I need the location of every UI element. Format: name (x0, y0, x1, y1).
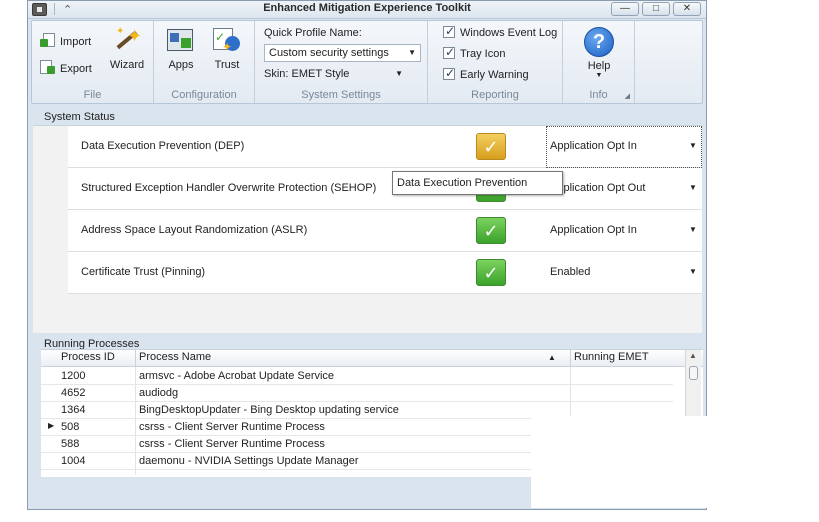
dialog-launcher-icon[interactable]: ◢ (625, 92, 630, 100)
windows-event-log-label: Windows Event Log (460, 27, 558, 39)
chevron-down-icon: ▼ (395, 69, 403, 78)
sehop-mode-select[interactable]: Application Opt Out (550, 182, 645, 194)
group-label-configuration: Configuration (171, 89, 237, 101)
status-warning-icon: ✓ (476, 133, 506, 160)
ribbon-group-info: ? Help ▼ Info ◢ (563, 21, 635, 103)
export-label: Export (60, 63, 92, 75)
wizard-button[interactable]: ✦ ✦ Wizard (107, 26, 147, 71)
status-label-sehop: Structured Exception Handler Overwrite P… (81, 182, 377, 194)
ribbon: Import Export ✦ ✦ Wizard File Apps ✓ ✦ T… (31, 20, 703, 104)
group-label-info: Info (589, 89, 608, 101)
import-button[interactable]: Import (40, 33, 91, 48)
table-row[interactable]: 1200 armsvc - Adobe Acrobat Update Servi… (41, 368, 673, 385)
process-grid-scrollbar[interactable]: ▲ (685, 350, 701, 422)
import-icon (40, 33, 56, 48)
system-status-panel: Data Execution Prevention (DEP) ✓ Applic… (33, 125, 702, 333)
process-name-cell: csrss - Client Server Runtime Process (139, 421, 325, 433)
current-row-icon: ▶ (48, 421, 55, 430)
help-dropdown-icon: ▼ (595, 72, 603, 79)
group-label-system-settings: System Settings (301, 89, 381, 101)
early-warning-label: Early Warning (460, 69, 529, 81)
quick-profile-label: Quick Profile Name: (264, 27, 362, 39)
process-grid-header: Process ID Process Name ▲ Running EMET (41, 350, 703, 367)
wizard-label: Wizard (109, 59, 145, 71)
help-icon: ? (584, 27, 614, 57)
process-id-cell: 4652 (61, 387, 86, 399)
group-label-reporting: Reporting (471, 89, 519, 101)
status-label-aslr: Address Space Layout Randomization (ASLR… (81, 224, 308, 236)
chevron-down-icon: ▼ (408, 48, 416, 57)
checkbox-checked-icon (443, 45, 455, 59)
process-name-cell: csrss - Client Server Runtime Process (139, 438, 325, 450)
scrollbar-thumb[interactable] (689, 366, 698, 380)
chevron-down-icon: ▼ (689, 225, 697, 234)
dep-tooltip: Data Execution Prevention (392, 171, 563, 195)
maximize-button[interactable]: □ (642, 2, 670, 16)
ribbon-group-reporting: Windows Event Log Tray Icon Early Warnin… (428, 21, 563, 103)
tray-icon-checkbox[interactable]: Tray Icon (443, 45, 506, 60)
status-row-aslr: Address Space Layout Randomization (ASLR… (68, 210, 702, 252)
export-icon (40, 60, 56, 75)
chevron-down-icon: ▼ (689, 141, 697, 150)
process-name-cell: daemonu - NVIDIA Settings Update Manager (139, 455, 359, 467)
process-name-cell: armsvc - Adobe Acrobat Update Service (139, 370, 335, 382)
export-button[interactable]: Export (40, 60, 92, 75)
group-label-file: File (83, 89, 102, 101)
import-label: Import (60, 36, 92, 48)
process-id-cell: 1004 (61, 455, 86, 467)
status-row-dep: Data Execution Prevention (DEP) ✓ Applic… (68, 126, 702, 168)
ribbon-group-configuration: Apps ✓ ✦ Trust Configuration (154, 21, 255, 103)
early-warning-checkbox[interactable]: Early Warning (443, 66, 529, 81)
column-header-process-name[interactable]: Process Name (139, 351, 211, 363)
column-header-process-id[interactable]: Process ID (61, 351, 115, 363)
process-id-cell: 1200 (61, 370, 86, 382)
window-title: Enhanced Mitigation Experience Toolkit (263, 2, 471, 14)
status-ok-icon: ✓ (476, 259, 506, 286)
sort-ascending-icon: ▲ (548, 353, 556, 362)
trust-label: Trust (214, 59, 240, 71)
pinning-mode-select[interactable]: Enabled (550, 266, 590, 278)
checkbox-checked-icon (443, 24, 455, 38)
blank-overlay-edge (700, 440, 712, 470)
minimize-button[interactable]: — (611, 2, 639, 16)
apps-label: Apps (168, 59, 194, 71)
process-id-cell: 508 (61, 421, 80, 433)
skin-select[interactable]: Skin: EMET Style ▼ (264, 68, 404, 80)
ribbon-group-system-settings: Quick Profile Name: Custom security sett… (255, 21, 428, 103)
help-label: Help (587, 60, 611, 72)
column-header-running-emet[interactable]: Running EMET (574, 351, 649, 363)
chevron-down-icon: ▼ (689, 183, 697, 192)
tray-icon-label: Tray Icon (460, 48, 506, 60)
process-id-cell: 588 (61, 438, 80, 450)
table-row[interactable]: 4652 audiodg (41, 385, 673, 402)
status-ok-icon: ✓ (476, 217, 506, 244)
close-button[interactable]: ✕ (673, 2, 701, 16)
status-row-pinning: Certificate Trust (Pinning) ✓ Enabled ▼ (68, 252, 702, 294)
status-label-dep: Data Execution Prevention (DEP) (81, 140, 245, 152)
title-bar: ⌃ Enhanced Mitigation Experience Toolkit… (28, 1, 706, 19)
ribbon-group-file: Import Export ✦ ✦ Wizard File (32, 21, 154, 103)
help-button[interactable]: ? Help ▼ (579, 27, 619, 80)
status-label-pinning: Certificate Trust (Pinning) (81, 266, 206, 278)
blank-overlay (531, 416, 709, 508)
skin-label: Skin: EMET Style (264, 68, 350, 80)
trust-icon: ✓ ✦ (212, 26, 242, 56)
quick-profile-select[interactable]: Custom security settings ▼ (264, 44, 421, 62)
apps-button[interactable]: Apps (163, 26, 199, 71)
process-id-cell: 1364 (61, 404, 86, 416)
trust-button[interactable]: ✓ ✦ Trust (208, 26, 246, 71)
status-row-sehop: Structured Exception Handler Overwrite P… (68, 168, 702, 210)
aslr-mode-select[interactable]: Application Opt In (550, 224, 637, 236)
chevron-down-icon: ▼ (689, 267, 697, 276)
checkbox-checked-icon (443, 66, 455, 80)
quick-profile-value: Custom security settings (269, 47, 389, 59)
windows-event-log-checkbox[interactable]: Windows Event Log (443, 24, 558, 39)
process-name-cell: audiodg (139, 387, 179, 399)
process-name-cell: BingDesktopUpdater - Bing Desktop updati… (139, 404, 399, 416)
system-status-header: System Status (44, 111, 115, 123)
scroll-up-icon[interactable]: ▲ (689, 351, 697, 360)
apps-icon (166, 26, 196, 56)
wizard-icon: ✦ ✦ (112, 26, 142, 56)
dep-mode-value: Application Opt In (550, 140, 637, 152)
